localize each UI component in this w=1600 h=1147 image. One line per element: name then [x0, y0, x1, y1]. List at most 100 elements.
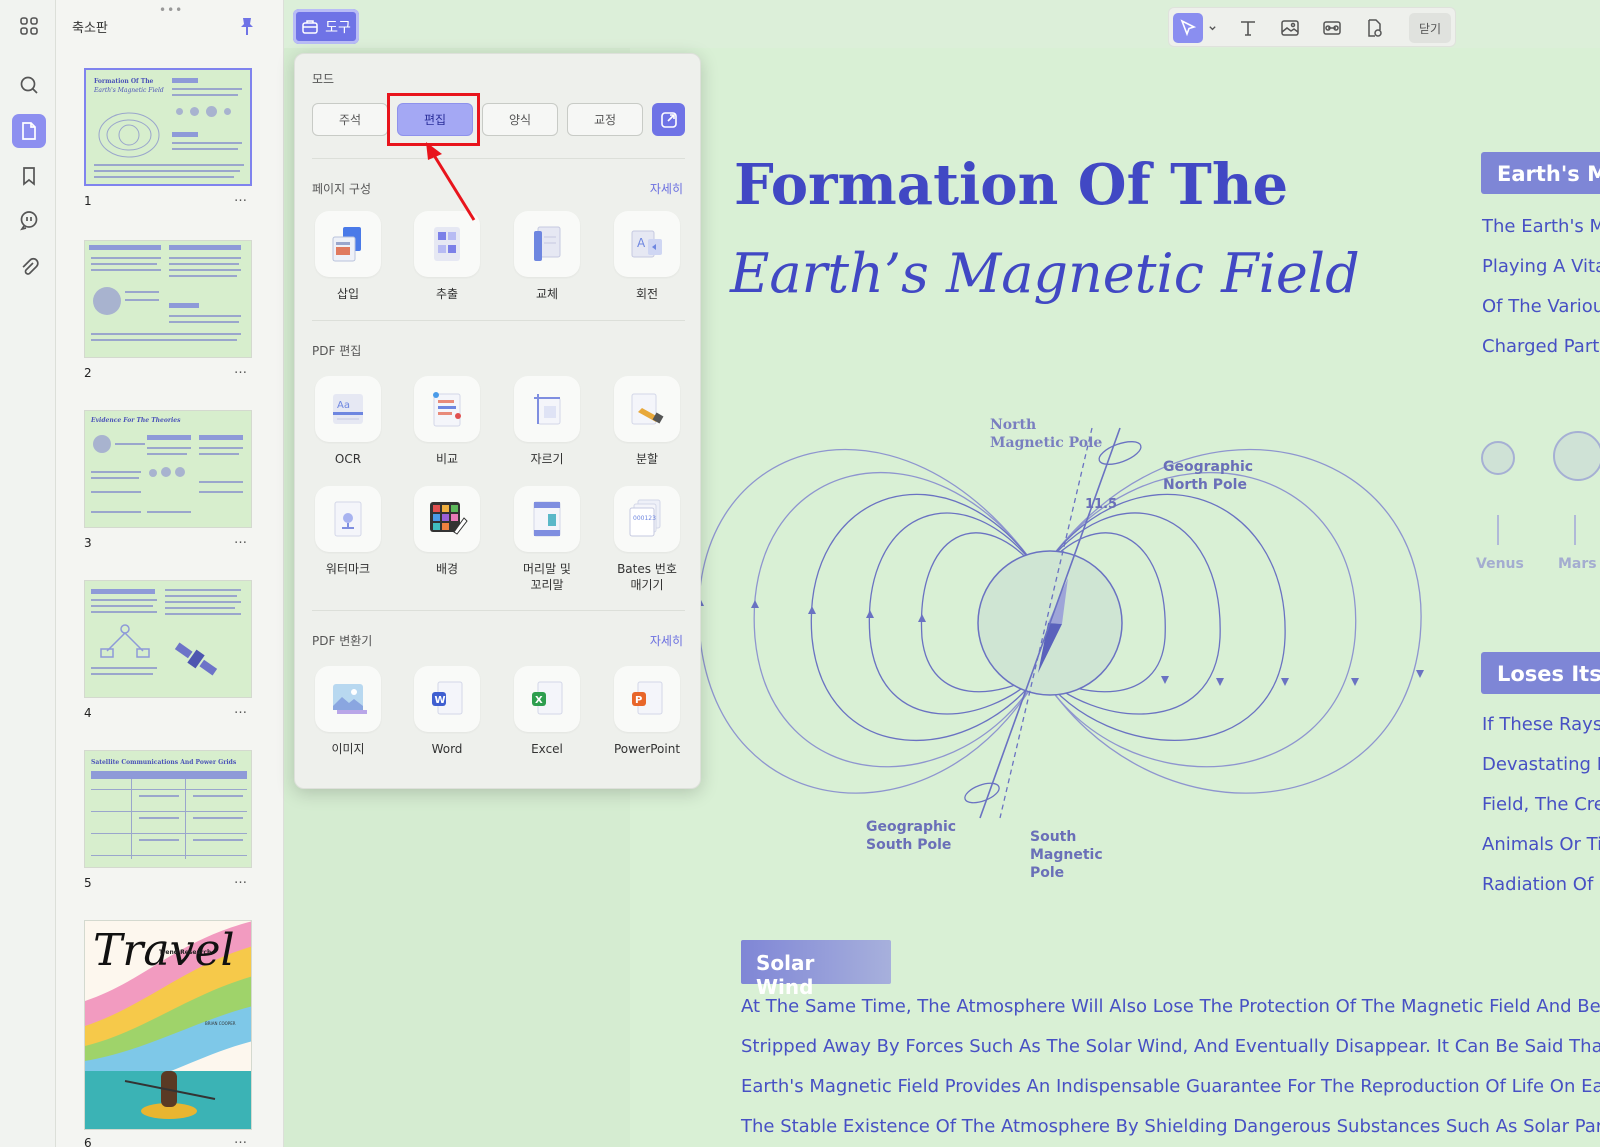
- page-number: 5: [84, 876, 92, 890]
- tool-label: 삽입: [336, 287, 360, 301]
- excel-file-icon: X: [532, 681, 563, 715]
- more-icon[interactable]: …: [234, 872, 248, 887]
- solar-wind-badge: Solar Wind: [741, 940, 891, 999]
- section-badge-earth: Earth's M: [1481, 152, 1600, 194]
- grid-icon[interactable]: [12, 9, 46, 43]
- convert-powerpoint-tool[interactable]: P PowerPoint: [602, 666, 692, 757]
- mini-subtitle: Trend Research: [159, 949, 212, 956]
- ocr-icon: Aa: [333, 394, 363, 424]
- mode-form-button[interactable]: 양식: [482, 103, 558, 136]
- split-tool[interactable]: 분할: [602, 376, 692, 467]
- replace-tool[interactable]: 교체: [502, 211, 592, 302]
- thumbnail-page-3[interactable]: Evidence For The Theories 3 …: [84, 410, 252, 550]
- tool-label: Word: [431, 742, 463, 756]
- more-icon[interactable]: …: [234, 532, 248, 547]
- convert-word-tool[interactable]: W Word: [402, 666, 492, 757]
- comment-icon[interactable]: [12, 203, 46, 237]
- tools-button[interactable]: 도구: [293, 9, 359, 44]
- insert-tool[interactable]: 삽입: [303, 211, 393, 302]
- more-icon[interactable]: …: [234, 362, 248, 377]
- ocr-tool[interactable]: Aa OCR: [303, 376, 393, 467]
- tool-label: 분할: [635, 452, 659, 466]
- tool-label: 추출: [435, 287, 459, 301]
- divider: [312, 158, 685, 159]
- select-tool-icon[interactable]: [1173, 13, 1203, 43]
- thumbnail-page-1[interactable]: Formation Of The Earth's Magnetic Field …: [84, 68, 252, 208]
- more-icon[interactable]: …: [234, 190, 248, 205]
- mode-annotate-button[interactable]: 주석: [312, 103, 388, 136]
- powerpoint-file-icon: P: [632, 681, 663, 715]
- text-tool-icon[interactable]: [1233, 13, 1263, 43]
- insert-icon: [332, 227, 361, 262]
- pages-icon[interactable]: [12, 114, 46, 148]
- page-section-more-link[interactable]: 자세히: [650, 180, 683, 197]
- pin-icon[interactable]: [238, 16, 256, 36]
- attachment-icon[interactable]: [12, 250, 46, 284]
- page-number: 2: [84, 366, 92, 380]
- tool-label: 회전: [635, 287, 659, 301]
- rotate-icon: A: [631, 230, 662, 258]
- planet-stem: [1497, 515, 1499, 545]
- tool-label: Excel: [531, 742, 563, 756]
- convert-image-tool[interactable]: 이미지: [303, 666, 393, 757]
- thumbnail-page-2[interactable]: 2 …: [84, 240, 252, 380]
- side-text-line: Playing A Vita: [1482, 256, 1600, 277]
- watermark-tool-icon[interactable]: [1359, 13, 1389, 43]
- external-link-icon: [660, 111, 677, 128]
- chevron-down-icon[interactable]: [1205, 13, 1219, 43]
- crop-tool[interactable]: 자르기: [502, 376, 592, 467]
- page-number: 6: [84, 1136, 92, 1147]
- side-text-line: If These Rays: [1482, 714, 1600, 735]
- side-text-line: Radiation Of S: [1482, 874, 1600, 895]
- angle-label: 11.5: [1085, 497, 1118, 512]
- convert-excel-tool[interactable]: X Excel: [502, 666, 592, 757]
- panel-grip[interactable]: •••: [159, 3, 183, 17]
- close-button[interactable]: 닫기: [1409, 13, 1451, 43]
- mode-section-title: 모드: [312, 72, 335, 86]
- background-tool[interactable]: 배경: [402, 486, 492, 577]
- tool-label: Bates 번호 매기기: [617, 562, 677, 592]
- svg-text:W: W: [435, 695, 446, 706]
- svg-text:A: A: [637, 236, 646, 250]
- convert-section-more-link[interactable]: 자세히: [650, 632, 683, 649]
- geographic-south-pole-label: Geographic South Pole: [866, 819, 957, 853]
- tool-label: PowerPoint: [613, 742, 681, 756]
- thumbnail-page-6[interactable]: Travel Trend Research BRIAN COOPER 6 …: [84, 920, 252, 1147]
- mini-subtitle: Earth's Magnetic Field: [94, 87, 164, 94]
- side-text-line: Animals Or Tin: [1482, 834, 1600, 855]
- side-text-line: Of The Various: [1482, 296, 1600, 317]
- more-icon[interactable]: …: [234, 1132, 248, 1147]
- annotation-arrow: [426, 142, 476, 221]
- bates-numbering-tool[interactable]: 000123 Bates 번호 매기기: [602, 486, 692, 593]
- watermark-tool[interactable]: 워터마크: [303, 486, 393, 577]
- page-number: 1: [84, 194, 92, 208]
- side-text-line: Devastating B: [1482, 754, 1600, 775]
- thumbnail-page-5[interactable]: Satellite Communications And Power Grids…: [84, 750, 252, 890]
- svg-text:000123: 000123: [633, 515, 656, 522]
- tools-popup: 모드 주석 편집 양식 교정 페이지 구성 자세히 삽입 추출 교체 A 회전 …: [294, 53, 701, 789]
- tool-label: 교체: [535, 287, 559, 301]
- thumbnail-page-4[interactable]: 4 …: [84, 580, 252, 720]
- mini-title: Formation Of The: [94, 78, 154, 85]
- mode-proofread-button[interactable]: 교정: [567, 103, 643, 136]
- convert-section-title: PDF 변환기: [312, 634, 373, 648]
- word-file-icon: W: [432, 681, 463, 715]
- rotate-tool[interactable]: A 회전: [602, 211, 692, 302]
- thumbnail-panel: ••• 축소판 Formation Of The Earth's Magneti…: [56, 0, 284, 1147]
- search-icon[interactable]: [12, 68, 46, 102]
- header-footer-tool[interactable]: 머리말 및 꼬리말: [502, 486, 592, 593]
- image-file-icon: [333, 684, 367, 714]
- more-icon[interactable]: …: [234, 702, 248, 717]
- section-badge-loses: Loses Its I: [1481, 652, 1600, 694]
- tool-label: 워터마크: [325, 562, 371, 576]
- left-rail: [0, 0, 56, 1147]
- tool-label: OCR: [334, 452, 362, 466]
- link-tool-icon[interactable]: [1317, 13, 1347, 43]
- page-number: 4: [84, 706, 92, 720]
- toolbox-icon: [302, 19, 318, 34]
- image-tool-icon[interactable]: [1275, 13, 1305, 43]
- open-external-button[interactable]: [652, 103, 685, 136]
- compare-tool[interactable]: 비교: [402, 376, 492, 467]
- bookmark-icon[interactable]: [12, 159, 46, 193]
- north-magnetic-pole-label: North Magnetic Pole: [990, 417, 1103, 451]
